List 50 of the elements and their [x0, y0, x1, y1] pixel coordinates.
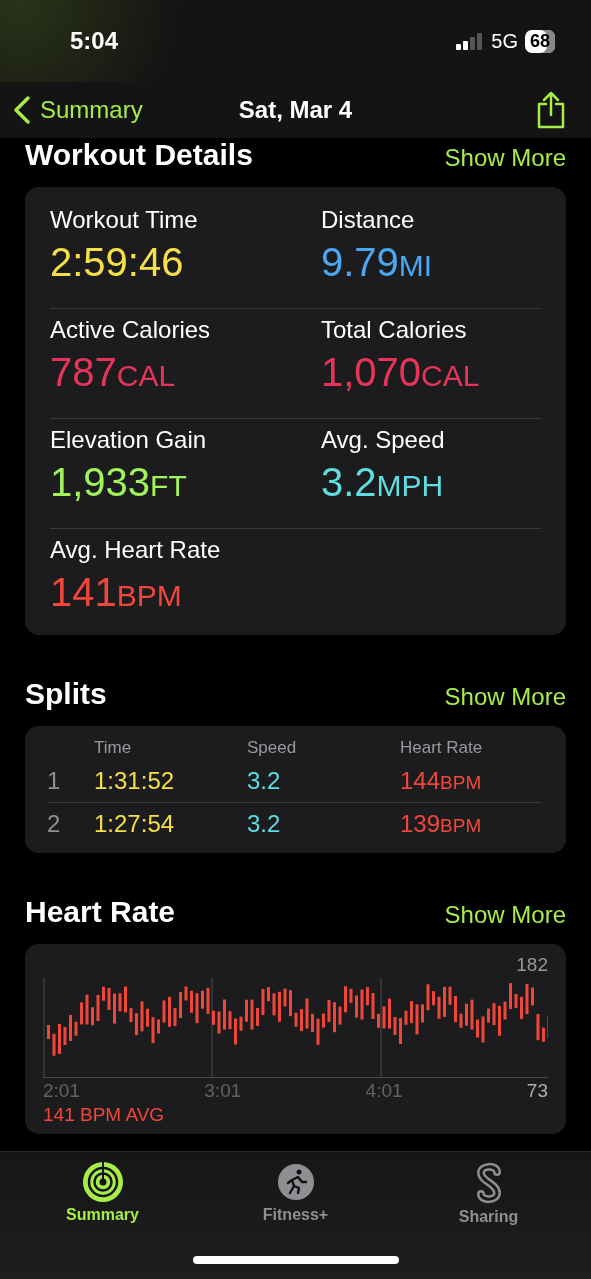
- metric-label: Total Calories: [321, 316, 468, 344]
- split-heart-rate: 144BPM: [400, 767, 483, 795]
- show-more-link[interactable]: Show More: [444, 144, 566, 172]
- metric-value: 9.79MI: [321, 240, 434, 285]
- min-value-label: 73: [526, 1080, 548, 1102]
- average-label: 141 BPM AVG: [43, 1104, 166, 1126]
- tab-button[interactable]: Sharing: [392, 1162, 585, 1226]
- metric-value: 2:59:46: [50, 240, 185, 285]
- metric-value: 3.2MPH: [321, 460, 445, 505]
- metric-label: Active Calories: [50, 316, 212, 344]
- metric-label: Avg. Heart Rate: [50, 536, 222, 564]
- metric-label: Avg. Speed: [321, 426, 446, 454]
- time-axis-label: 2:01: [43, 1080, 81, 1102]
- metric-label: Workout Time: [50, 206, 199, 234]
- metric-label: Distance: [321, 206, 416, 234]
- column-header: Heart Rate: [400, 738, 484, 758]
- metric-value: 1,070CAL: [321, 350, 481, 395]
- time-axis-label: 3:01: [204, 1080, 243, 1102]
- metric-value: 787CAL: [50, 350, 177, 395]
- section-title: Heart Rate: [25, 895, 176, 929]
- network-label: 5G: [491, 29, 518, 53]
- chevron-left-icon: [12, 95, 32, 125]
- tab-button[interactable]: Summary: [6, 1162, 199, 1226]
- tab-button[interactable]: Fitness+: [199, 1162, 392, 1226]
- section-title: Workout Details: [25, 138, 253, 172]
- show-more-link[interactable]: Show More: [444, 901, 566, 929]
- show-more-link[interactable]: Show More: [444, 683, 566, 711]
- split-time: 1:27:54: [94, 810, 176, 838]
- split-time: 1:31:52: [94, 767, 176, 795]
- running-figure-icon: [275, 1162, 316, 1202]
- clock: 5:04: [70, 27, 120, 55]
- split-speed: 3.2: [247, 767, 282, 795]
- split-number: 2: [47, 810, 62, 838]
- metric-label: Elevation Gain: [50, 426, 208, 454]
- section-title: Splits: [25, 677, 107, 711]
- split-heart-rate: 139BPM: [400, 810, 483, 838]
- metric-value: 1,933FT: [50, 460, 188, 505]
- battery-icon: 68: [524, 29, 555, 53]
- column-header: Speed: [247, 738, 298, 758]
- max-value-label: 182: [515, 954, 548, 977]
- nav-title: Sat, Mar 4: [238, 96, 353, 124]
- back-button[interactable]: Summary: [12, 95, 143, 125]
- time-axis-label: 4:01: [365, 1080, 404, 1102]
- activity-rings-icon: [82, 1162, 123, 1202]
- signal-icon: [456, 32, 485, 50]
- split-speed: 3.2: [247, 810, 282, 838]
- column-header: Time: [94, 738, 133, 758]
- split-number: 1: [47, 767, 62, 795]
- metric-value: 141BPM: [50, 570, 183, 615]
- share-icon[interactable]: [535, 91, 567, 129]
